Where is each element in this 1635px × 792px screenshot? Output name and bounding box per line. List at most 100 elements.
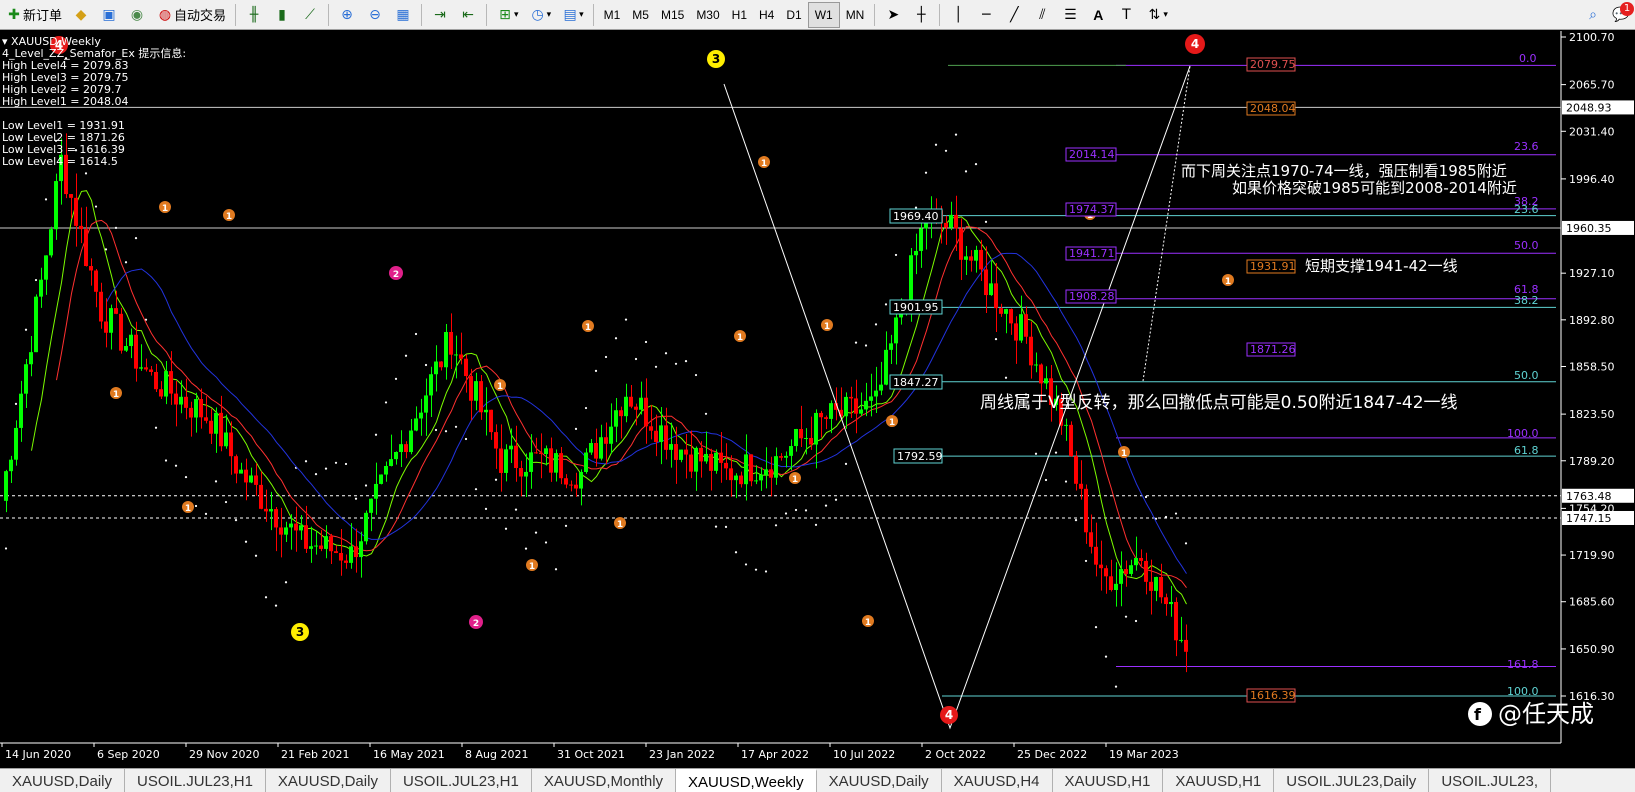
- candle-body[interactable]: [69, 194, 73, 198]
- candle-body[interactable]: [544, 448, 548, 455]
- price-tag[interactable]: 1908.28: [1065, 289, 1117, 304]
- candle-body[interactable]: [944, 222, 948, 228]
- candle-body[interactable]: [979, 249, 983, 270]
- candle-body[interactable]: [564, 478, 568, 485]
- candle-body[interactable]: [679, 449, 683, 460]
- candle-body[interactable]: [964, 256, 968, 260]
- fib-box[interactable]: 1969.40: [889, 208, 943, 224]
- candle-body[interactable]: [919, 228, 923, 251]
- candle-body[interactable]: [1124, 569, 1128, 574]
- candle-body[interactable]: [219, 412, 223, 447]
- candle-body[interactable]: [599, 437, 603, 459]
- candle-body[interactable]: [314, 545, 318, 547]
- chart-tab[interactable]: USOIL.JUL23,H1: [125, 769, 266, 792]
- candle-body[interactable]: [424, 395, 428, 413]
- candle-body[interactable]: [1159, 576, 1163, 598]
- candle-body[interactable]: [1084, 488, 1088, 533]
- candle-body[interactable]: [144, 367, 148, 370]
- candle-body[interactable]: [634, 406, 638, 410]
- timeframe-mn-button[interactable]: MN: [840, 2, 871, 28]
- candle-body[interactable]: [44, 255, 48, 280]
- candle-body[interactable]: [454, 354, 458, 356]
- candle-body[interactable]: [609, 426, 613, 444]
- chart-tab[interactable]: XAUUSD,Daily: [817, 769, 942, 792]
- candle-body[interactable]: [304, 525, 308, 549]
- candle-body[interactable]: [359, 541, 363, 558]
- timeframe-h1-button[interactable]: H1: [726, 2, 753, 28]
- candle-body[interactable]: [1154, 576, 1158, 591]
- line-chart-button[interactable]: ⟋: [297, 2, 323, 28]
- candle-body[interactable]: [1109, 576, 1113, 591]
- search-button[interactable]: ⌕: [1580, 2, 1606, 28]
- candle-body[interactable]: [224, 432, 228, 447]
- candle-body[interactable]: [444, 331, 448, 368]
- semafor-marker[interactable]: 1: [110, 387, 122, 400]
- candle-body[interactable]: [584, 452, 588, 472]
- candle-body[interactable]: [119, 313, 123, 351]
- candle-body[interactable]: [519, 468, 523, 477]
- candle-body[interactable]: [819, 412, 823, 418]
- candle-body[interactable]: [1024, 314, 1028, 337]
- candle-body[interactable]: [484, 409, 488, 413]
- candle-body[interactable]: [789, 446, 793, 456]
- candle-body[interactable]: [1099, 564, 1103, 569]
- candle-body[interactable]: [34, 296, 38, 353]
- candle-body[interactable]: [689, 454, 693, 472]
- zoom-out-button[interactable]: ⊖: [362, 2, 388, 28]
- candle-body[interactable]: [534, 452, 538, 454]
- candle-body[interactable]: [954, 214, 958, 229]
- candle-body[interactable]: [54, 181, 58, 230]
- candle-body[interactable]: [1039, 364, 1043, 384]
- candle-body[interactable]: [334, 551, 338, 553]
- candle-body[interactable]: [1064, 424, 1068, 426]
- candle-body[interactable]: [499, 448, 503, 473]
- chart-tab[interactable]: XAUUSD,H4: [942, 769, 1053, 792]
- candle-body[interactable]: [14, 427, 18, 460]
- semafor-marker[interactable]: 3: [707, 50, 725, 68]
- candle-body[interactable]: [284, 527, 288, 535]
- price-tag[interactable]: 2079.75: [1246, 57, 1296, 72]
- candle-body[interactable]: [194, 399, 198, 418]
- timeframe-h4-button[interactable]: H4: [753, 2, 780, 28]
- price-chart[interactable]: 434342211111111111111111 ▾ XAUUSD,Weekly…: [0, 31, 1635, 767]
- candle-body[interactable]: [1144, 560, 1148, 582]
- vertical-line-button[interactable]: │: [945, 2, 971, 28]
- candle-body[interactable]: [1174, 601, 1178, 641]
- candle-body[interactable]: [189, 407, 193, 418]
- timeframe-m5-button[interactable]: M5: [626, 2, 655, 28]
- candle-body[interactable]: [1119, 569, 1123, 584]
- semafor-marker[interactable]: 1: [1222, 274, 1234, 287]
- candle-body[interactable]: [719, 452, 723, 463]
- candle-body[interactable]: [409, 430, 413, 453]
- candle-body[interactable]: [999, 308, 1003, 314]
- candle-body[interactable]: [404, 444, 408, 453]
- annotation-resistance[interactable]: 而下周关注点1970-74一线，强压制看1985附近: [1181, 162, 1507, 180]
- candle-body[interactable]: [709, 453, 713, 471]
- candle-body[interactable]: [594, 443, 598, 459]
- candle-body[interactable]: [1134, 557, 1138, 566]
- candle-body[interactable]: [699, 447, 703, 462]
- candle-body[interactable]: [364, 512, 368, 542]
- annotation-v-reversal[interactable]: 周线属于V型反转，那么回撤低点可能是0.50附近1847-42一线: [980, 393, 1458, 413]
- candle-body[interactable]: [749, 454, 753, 482]
- chart-canvas[interactable]: 434342211111111111111111 ▾ XAUUSD,Weekly…: [0, 31, 1635, 767]
- auto-trading-button[interactable]: ◍ 自动交易: [152, 2, 230, 28]
- crosshair-tool-button[interactable]: ┼: [908, 2, 934, 28]
- bar-chart-button[interactable]: ╫: [241, 2, 267, 28]
- candle-body[interactable]: [369, 498, 373, 513]
- candle-body[interactable]: [299, 525, 303, 531]
- indicators-button[interactable]: ⊞ ▾: [492, 2, 523, 28]
- text-label-button[interactable]: T: [1113, 2, 1139, 28]
- candle-body[interactable]: [614, 410, 618, 427]
- candle-body[interactable]: [229, 432, 233, 457]
- candle-body[interactable]: [414, 418, 418, 431]
- semafor-marker[interactable]: 4: [940, 706, 958, 724]
- candle-body[interactable]: [9, 459, 13, 472]
- chart-tab[interactable]: USOIL.JUL23,: [1429, 769, 1552, 792]
- price-tag[interactable]: 1871.26: [1246, 342, 1296, 357]
- candle-body[interactable]: [774, 456, 778, 478]
- candle-body[interactable]: [744, 454, 748, 485]
- horizontal-line-button[interactable]: ─: [973, 2, 999, 28]
- candle-body[interactable]: [1089, 532, 1093, 547]
- candle-body[interactable]: [784, 455, 788, 458]
